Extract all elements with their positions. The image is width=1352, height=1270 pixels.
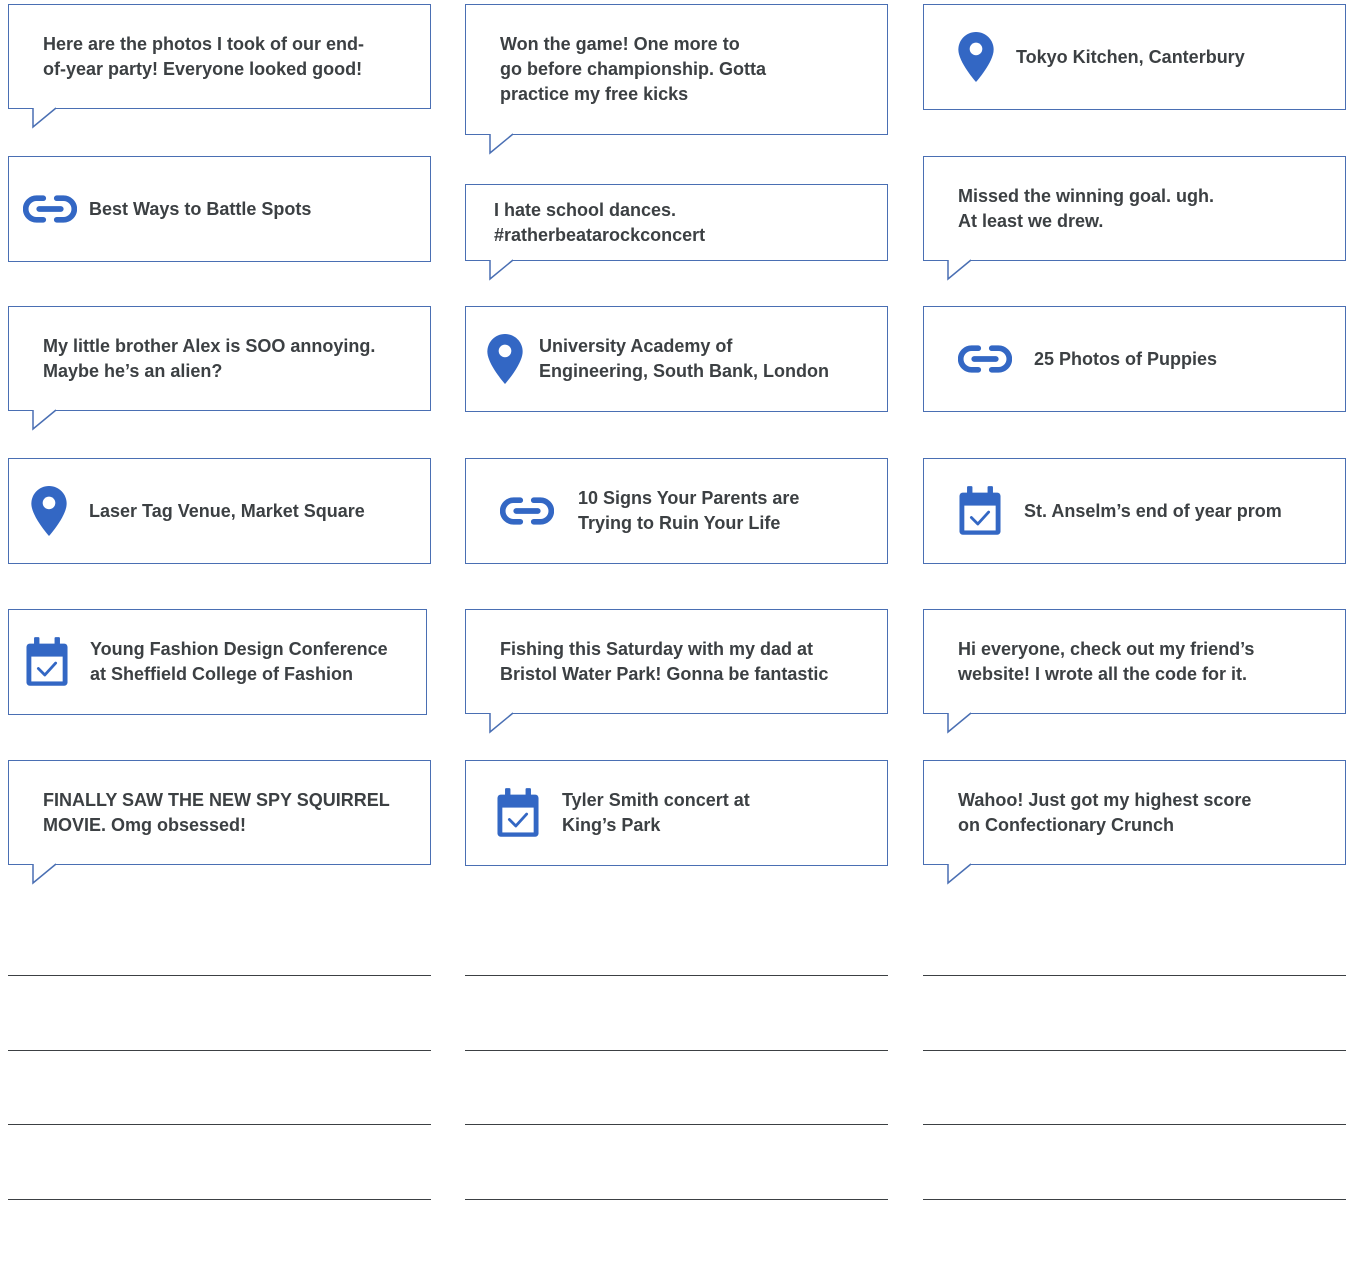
post-card: Missed the winning goal. ugh. At least w… [923, 156, 1346, 261]
writing-line [8, 975, 431, 976]
event-card[interactable]: Young Fashion Design Conference at Sheff… [8, 609, 427, 715]
post-text: Fishing this Saturday with my dad at Bri… [500, 638, 829, 684]
location-card[interactable]: Laser Tag Venue, Market Square [8, 458, 431, 564]
location-name: Tokyo Kitchen, Canterbury [1016, 46, 1245, 67]
writing-line [465, 975, 888, 976]
writing-line [465, 1050, 888, 1051]
post-text: FINALLY SAW THE NEW SPY SQUIRREL MOVIE. … [43, 789, 390, 835]
link-icon [21, 194, 79, 224]
link-card[interactable]: Best Ways to Battle Spots [8, 156, 431, 262]
writing-line [8, 1199, 431, 1200]
post-card: Here are the photos I took of our end- o… [8, 4, 431, 109]
writing-line [465, 1124, 888, 1125]
location-pin-icon [487, 334, 523, 384]
calendar-icon [956, 484, 1004, 538]
post-text: Wahoo! Just got my highest score on Conf… [958, 789, 1252, 835]
location-name: University Academy of Engineering, South… [539, 336, 829, 381]
calendar-icon [494, 786, 542, 840]
post-text: Missed the winning goal. ugh. At least w… [958, 185, 1214, 231]
link-title: Best Ways to Battle Spots [89, 198, 312, 219]
post-card: FINALLY SAW THE NEW SPY SQUIRREL MOVIE. … [8, 760, 431, 865]
post-card: Fishing this Saturday with my dad at Bri… [465, 609, 888, 714]
writing-line [923, 975, 1346, 976]
location-pin-icon [31, 486, 67, 536]
calendar-icon [23, 635, 71, 689]
link-card[interactable]: 25 Photos of Puppies [923, 306, 1346, 412]
post-text: Hi everyone, check out my friend’s websi… [958, 638, 1255, 684]
location-name: Laser Tag Venue, Market Square [89, 500, 365, 521]
event-card[interactable]: Tyler Smith concert at King’s Park [465, 760, 888, 866]
location-card[interactable]: University Academy of Engineering, South… [465, 306, 888, 412]
link-title: 10 Signs Your Parents are Trying to Ruin… [578, 488, 800, 533]
link-icon [956, 344, 1014, 374]
link-card[interactable]: 10 Signs Your Parents are Trying to Ruin… [465, 458, 888, 564]
post-card: Hi everyone, check out my friend’s websi… [923, 609, 1346, 714]
post-card: My little brother Alex is SOO annoying. … [8, 306, 431, 411]
location-pin-icon [958, 32, 994, 82]
post-text: My little brother Alex is SOO annoying. … [43, 335, 376, 381]
writing-line [923, 1050, 1346, 1051]
event-title: Tyler Smith concert at King’s Park [562, 790, 750, 835]
post-text: Won the game! One more to go before cham… [500, 34, 767, 104]
event-title: Young Fashion Design Conference at Sheff… [90, 639, 388, 684]
writing-line [8, 1124, 431, 1125]
post-card: Won the game! One more to go before cham… [465, 4, 888, 135]
event-card[interactable]: St. Anselm’s end of year prom [923, 458, 1346, 564]
event-title: St. Anselm’s end of year prom [1024, 500, 1282, 521]
post-card: I hate school dances. #ratherbeatarockco… [465, 184, 888, 261]
post-text: Here are the photos I took of our end- o… [43, 33, 365, 79]
writing-line [923, 1199, 1346, 1200]
writing-line [923, 1124, 1346, 1125]
writing-line [8, 1050, 431, 1051]
post-card: Wahoo! Just got my highest score on Conf… [923, 760, 1346, 865]
post-text: I hate school dances. #ratherbeatarockco… [494, 199, 706, 245]
writing-line [465, 1199, 888, 1200]
location-card[interactable]: Tokyo Kitchen, Canterbury [923, 4, 1346, 110]
link-icon [498, 496, 556, 526]
link-title: 25 Photos of Puppies [1034, 348, 1218, 369]
